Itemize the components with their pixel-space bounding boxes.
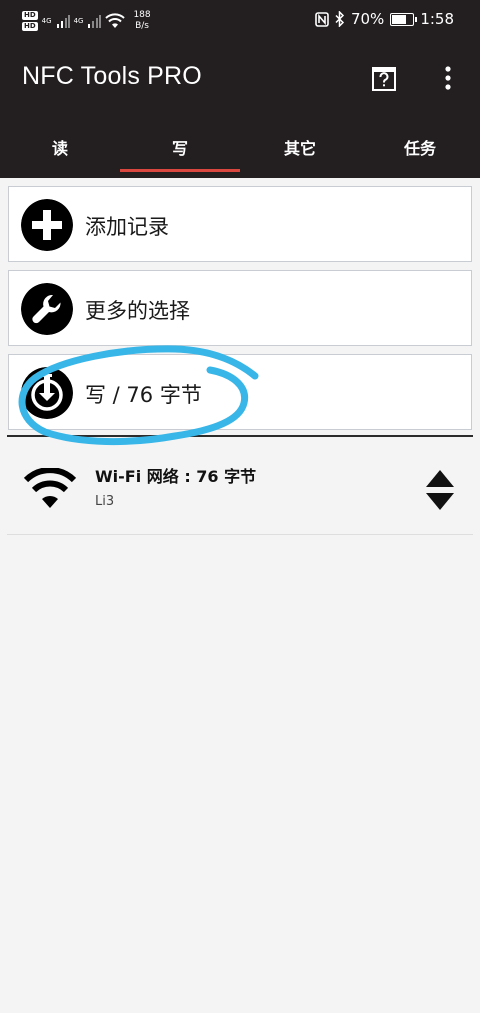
status-left: HD HD 4G 4G 188 B/s (22, 7, 151, 35)
signal-bars-icon (56, 15, 70, 28)
tab-other[interactable]: 其它 (240, 116, 360, 178)
write-label: 写 / 76 字节 (85, 383, 202, 407)
bluetooth-icon (335, 11, 345, 27)
battery-percent: 70% (350, 10, 385, 28)
add-record-button[interactable]: 添加记录 (8, 186, 472, 262)
status-right: 70% 1:58 (315, 10, 454, 28)
nfc-icon (315, 11, 329, 27)
speed-unit: B/s (135, 21, 149, 31)
record-subtitle: Li3 (95, 494, 115, 509)
signal-label-2: 4G (73, 17, 84, 25)
network-speed: 188 B/s (133, 10, 150, 32)
record-separator (7, 534, 473, 535)
wrench-circle-icon (21, 283, 73, 335)
hd-badges: HD HD (22, 11, 38, 31)
status-bar: HD HD 4G 4G 188 B/s 70% 1:58 (0, 0, 480, 40)
battery-fill (392, 14, 406, 24)
write-tag-icon (21, 367, 73, 419)
tab-bar: 读 写 其它 任务 (0, 116, 480, 178)
signal-bars-icon-2 (88, 15, 102, 28)
hd-badge-2: HD (22, 22, 38, 31)
add-record-label: 添加记录 (85, 215, 169, 239)
plus-circle-icon (21, 199, 73, 251)
record-title: Wi-Fi 网络 : 76 字节 (95, 467, 257, 486)
wifi-icon (23, 468, 77, 508)
more-options-button[interactable]: 更多的选择 (8, 270, 472, 346)
more-vert-icon[interactable] (436, 65, 460, 91)
tab-write[interactable]: 写 (120, 116, 240, 178)
tab-tasks[interactable]: 任务 (360, 116, 480, 178)
speed-value: 188 (133, 10, 151, 20)
app-bar: NFC Tools PRO (0, 40, 480, 116)
app-title: NFC Tools PRO (22, 62, 202, 90)
records-divider (7, 435, 473, 437)
signal-label-1: 4G (41, 17, 52, 25)
write-button[interactable]: 写 / 76 字节 (8, 354, 472, 430)
help-icon[interactable] (372, 67, 396, 91)
hd-badge-1: HD (22, 11, 38, 20)
more-options-label: 更多的选择 (85, 299, 190, 323)
tab-read[interactable]: 读 (0, 116, 120, 178)
record-item[interactable]: Wi-Fi 网络 : 76 字节 Li3 (7, 438, 473, 534)
wifi-status-icon (105, 13, 126, 28)
clock: 1:58 (420, 10, 454, 28)
battery-icon (390, 12, 418, 26)
reorder-icon[interactable] (425, 468, 455, 512)
